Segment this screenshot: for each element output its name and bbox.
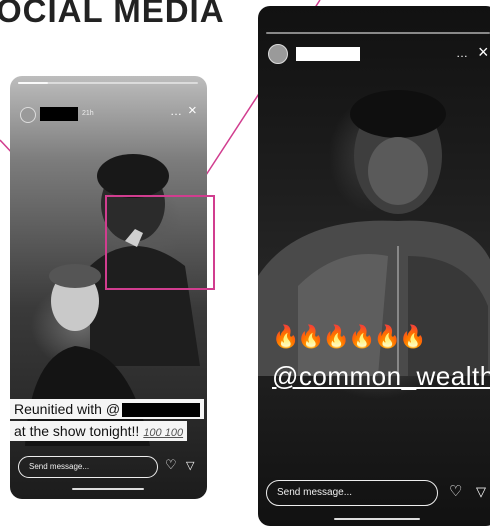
fire-emojis: 🔥🔥🔥🔥🔥🔥 [272, 324, 426, 349]
caption-text-1: Reunitied with @ [14, 401, 121, 417]
send-message-input[interactable]: Send message... [266, 480, 438, 506]
highlight-box [105, 195, 215, 290]
mention-tag[interactable]: @common_wealthhc [272, 361, 490, 392]
caption-text-2: at the show tonight!! [14, 423, 140, 439]
share-icon[interactable]: ▽ [186, 459, 194, 472]
story-progress-fill [18, 82, 48, 84]
send-placeholder: Send message... [277, 487, 353, 498]
share-icon[interactable]: ▽ [476, 484, 486, 500]
home-indicator [72, 488, 144, 490]
story-progress-bar [266, 32, 490, 34]
hundred-emoji: 100 100 [143, 427, 184, 439]
heart-icon[interactable]: ♡ [449, 482, 462, 500]
caption-line-2: at the show tonight!! 100 100 [10, 421, 188, 441]
home-indicator [334, 518, 420, 520]
heart-icon[interactable]: ♡ [165, 457, 177, 473]
send-placeholder: Send message... [29, 462, 90, 471]
story-right: … × 🔥🔥🔥🔥🔥🔥 @common_wealthhc Send message… [258, 6, 490, 526]
mention-redacted [122, 403, 201, 418]
caption-line-1: Reunitied with @ [10, 399, 205, 420]
send-message-input[interactable]: Send message... [18, 456, 158, 478]
